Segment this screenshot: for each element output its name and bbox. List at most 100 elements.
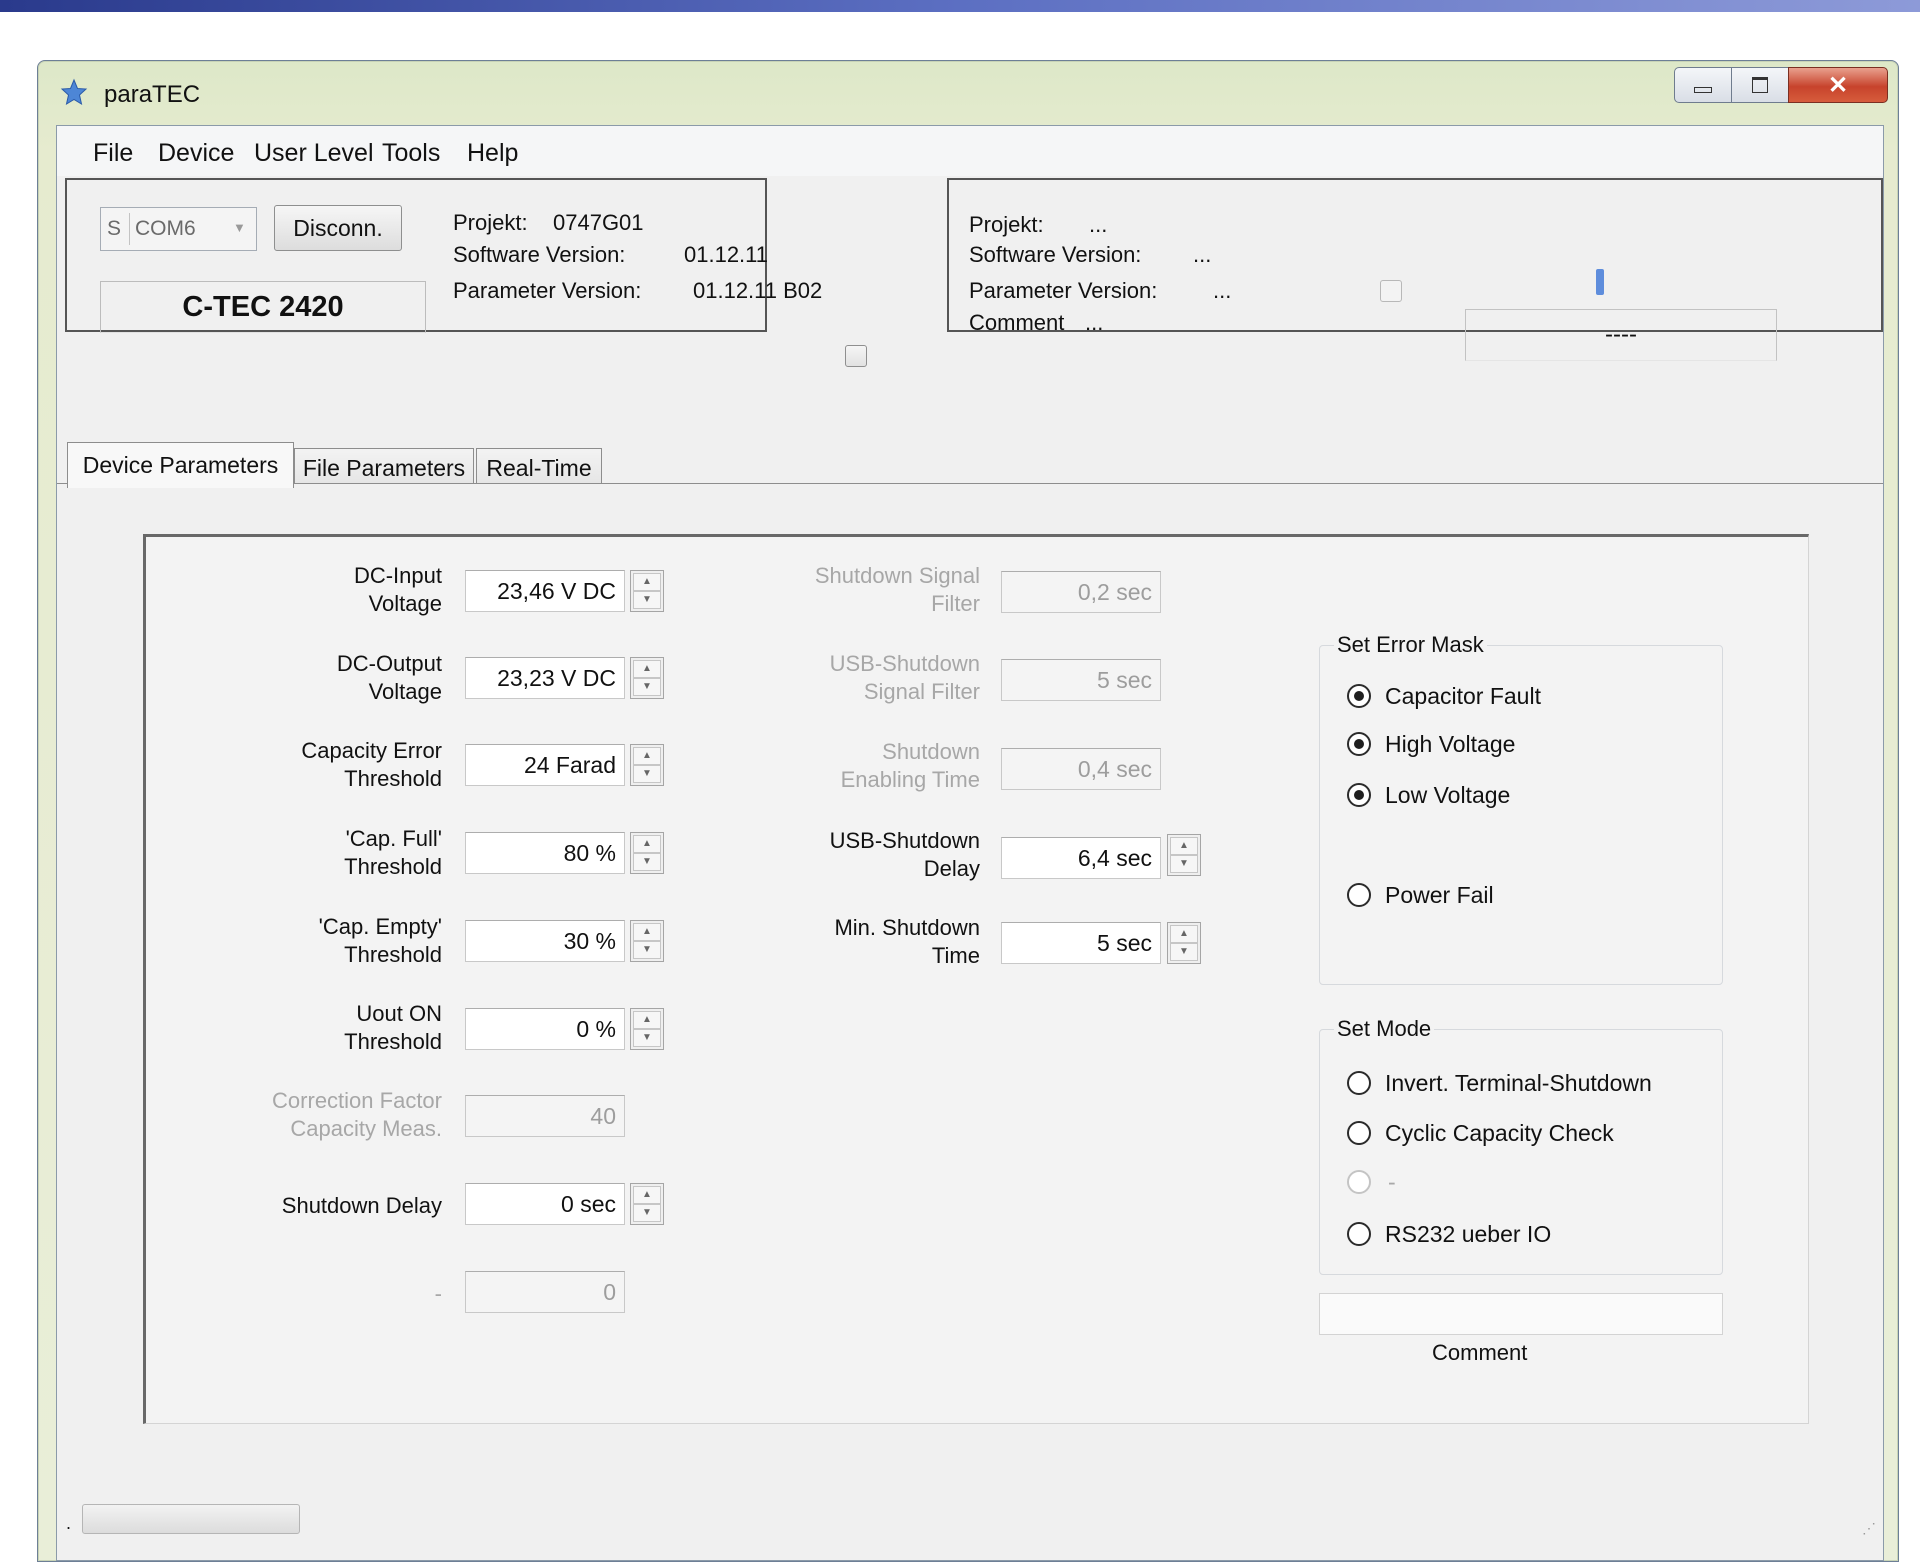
min-shutdown-time-spinner[interactable]: ▲ ▼ — [1167, 922, 1201, 964]
uout-on-threshold-spinner[interactable]: ▲ ▼ — [630, 1008, 664, 1050]
port-combobox[interactable]: S COM6 ▼ — [100, 207, 257, 251]
radio-low-voltage-label[interactable]: Low Voltage — [1385, 782, 1510, 809]
desktop-top-bar — [0, 0, 1920, 12]
correction-factor-field: 40 — [465, 1095, 625, 1137]
tab-file-parameters[interactable]: File Parameters — [294, 448, 474, 488]
spin-up-icon[interactable]: ▲ — [633, 747, 661, 765]
cap-empty-threshold-spinner[interactable]: ▲ ▼ — [630, 920, 664, 962]
radio-high-voltage-label[interactable]: High Voltage — [1385, 731, 1515, 758]
parameter-version-checkbox[interactable] — [845, 345, 867, 367]
menu-tools[interactable]: Tools — [382, 139, 440, 168]
radio-low-voltage[interactable] — [1347, 783, 1371, 807]
mode-title: Set Mode — [1334, 1016, 1435, 1042]
shutdown-delay-field[interactable]: 0 sec — [465, 1183, 625, 1225]
spin-up-icon[interactable]: ▲ — [1170, 837, 1198, 855]
capacity-error-threshold-label: Capacity Error Threshold — [301, 738, 442, 791]
spin-down-icon[interactable]: ▼ — [633, 1204, 661, 1222]
file-parameter-label: Parameter Version: — [969, 278, 1158, 303]
dc-input-voltage-spinner[interactable]: ▲ ▼ — [630, 570, 664, 612]
error-mask-title: Set Error Mask — [1334, 632, 1487, 658]
radio-invert-terminal-shutdown[interactable] — [1347, 1071, 1371, 1095]
usb-shutdown-delay-spinner[interactable]: ▲ ▼ — [1167, 834, 1201, 876]
dc-output-voltage-label: DC-Output Voltage — [336, 651, 442, 704]
maximize-button[interactable] — [1731, 67, 1789, 103]
radio-cyclic-capacity-check-label[interactable]: Cyclic Capacity Check — [1385, 1120, 1614, 1147]
menu-help[interactable]: Help — [467, 139, 518, 168]
dc-output-voltage-spinner[interactable]: ▲ ▼ — [630, 657, 664, 699]
radio-high-voltage[interactable] — [1347, 732, 1371, 756]
tab-real-time[interactable]: Real-Time — [476, 448, 602, 488]
file-software-label: Software Version: — [969, 242, 1142, 267]
radio-invert-terminal-shutdown-label[interactable]: Invert. Terminal-Shutdown — [1385, 1070, 1652, 1097]
spin-down-icon[interactable]: ▼ — [633, 941, 661, 959]
parameter-version-value: 01.12.11 B02 — [693, 278, 823, 303]
status-display: ---- — [1465, 309, 1777, 361]
cap-full-threshold-field[interactable]: 80 % — [465, 832, 625, 874]
file-software-value: ... — [1193, 242, 1212, 267]
radio-capacitor-fault-label[interactable]: Capacitor Fault — [1385, 683, 1541, 710]
port-prefix: S — [107, 217, 122, 240]
radio-power-fail-label[interactable]: Power Fail — [1385, 882, 1494, 909]
min-shutdown-time-label: Min. Shutdown Time — [834, 915, 980, 968]
menu-device[interactable]: Device — [158, 139, 234, 168]
dc-output-voltage-field[interactable]: 23,23 V DC — [465, 657, 625, 699]
dc-input-voltage-field[interactable]: 23,46 V DC — [465, 570, 625, 612]
software-version-value: 01.12.11 — [684, 242, 769, 267]
title-bar[interactable]: paraTEC ✕ — [38, 61, 1898, 125]
status-progress-bar — [82, 1504, 300, 1534]
device-name-display: C-TEC 2420 — [100, 281, 426, 333]
menu-user-level[interactable]: User Level — [254, 139, 374, 168]
device-info-panel: S COM6 ▼ Disconn. C-TEC 2420 Projekt: 07… — [65, 178, 822, 333]
capacity-error-threshold-spinner[interactable]: ▲ ▼ — [630, 744, 664, 786]
radio-capacitor-fault[interactable] — [1347, 684, 1371, 708]
spin-up-icon[interactable]: ▲ — [1170, 925, 1198, 943]
cap-empty-threshold-label: 'Cap. Empty' Threshold — [318, 914, 442, 967]
resize-grip-icon[interactable]: ⋰ — [1862, 1520, 1882, 1540]
file-parameter-value: ... — [1213, 278, 1232, 303]
cap-empty-threshold-field[interactable]: 30 % — [465, 920, 625, 962]
uout-on-threshold-field[interactable]: 0 % — [465, 1008, 625, 1050]
uout-on-threshold-label: Uout ON Threshold — [344, 1001, 442, 1054]
radio-rs232-ueber-io-label[interactable]: RS232 ueber IO — [1385, 1221, 1551, 1248]
min-shutdown-time-field[interactable]: 5 sec — [1001, 922, 1161, 964]
menu-file[interactable]: File — [93, 139, 133, 168]
chevron-down-icon[interactable]: ▼ — [233, 220, 246, 235]
usb-shutdown-signal-filter-field: 5 sec — [1001, 659, 1161, 701]
spin-down-icon[interactable]: ▼ — [1170, 943, 1198, 961]
radio-rs232-ueber-io[interactable] — [1347, 1222, 1371, 1246]
spin-up-icon[interactable]: ▲ — [633, 1186, 661, 1204]
star-app-icon — [60, 78, 88, 106]
file-comment-label: Comment — [969, 310, 1065, 335]
activity-indicator — [1596, 269, 1604, 295]
cap-full-threshold-spinner[interactable]: ▲ ▼ — [630, 832, 664, 874]
spin-up-icon[interactable]: ▲ — [633, 835, 661, 853]
minimize-button[interactable] — [1674, 67, 1732, 103]
shutdown-signal-filter-label: Shutdown Signal Filter — [814, 563, 980, 616]
spin-up-icon[interactable]: ▲ — [633, 660, 661, 678]
comment-input[interactable] — [1319, 1293, 1723, 1335]
usb-shutdown-signal-filter-label: USB-Shutdown Signal Filter — [829, 651, 980, 704]
spin-down-icon[interactable]: ▼ — [633, 678, 661, 696]
file-projekt-label: Projekt: — [969, 212, 1044, 237]
spin-down-icon[interactable]: ▼ — [633, 853, 661, 871]
close-button[interactable]: ✕ — [1788, 67, 1888, 103]
spin-down-icon[interactable]: ▼ — [633, 765, 661, 783]
projekt-label: Projekt: — [453, 210, 528, 235]
shutdown-delay-spinner[interactable]: ▲ ▼ — [630, 1183, 664, 1225]
window-title: paraTEC — [104, 81, 201, 108]
capacity-error-threshold-field[interactable]: 24 Farad — [465, 744, 625, 786]
tab-device-parameters[interactable]: Device Parameters — [67, 442, 294, 488]
radio-cyclic-capacity-check[interactable] — [1347, 1121, 1371, 1145]
spin-down-icon[interactable]: ▼ — [1170, 855, 1198, 873]
usb-shutdown-delay-field[interactable]: 6,4 sec — [1001, 837, 1161, 879]
shutdown-enabling-time-label: Shutdown Enabling Time — [840, 739, 980, 792]
spin-up-icon[interactable]: ▲ — [633, 1011, 661, 1029]
spin-up-icon[interactable]: ▲ — [633, 573, 661, 591]
spin-down-icon[interactable]: ▼ — [633, 591, 661, 609]
disconnect-button[interactable]: Disconn. — [274, 205, 402, 251]
spin-up-icon[interactable]: ▲ — [633, 923, 661, 941]
usb-shutdown-delay-label: USB-Shutdown Delay — [829, 828, 980, 881]
maximize-icon — [1752, 77, 1768, 93]
spin-down-icon[interactable]: ▼ — [633, 1029, 661, 1047]
radio-power-fail[interactable] — [1347, 883, 1371, 907]
